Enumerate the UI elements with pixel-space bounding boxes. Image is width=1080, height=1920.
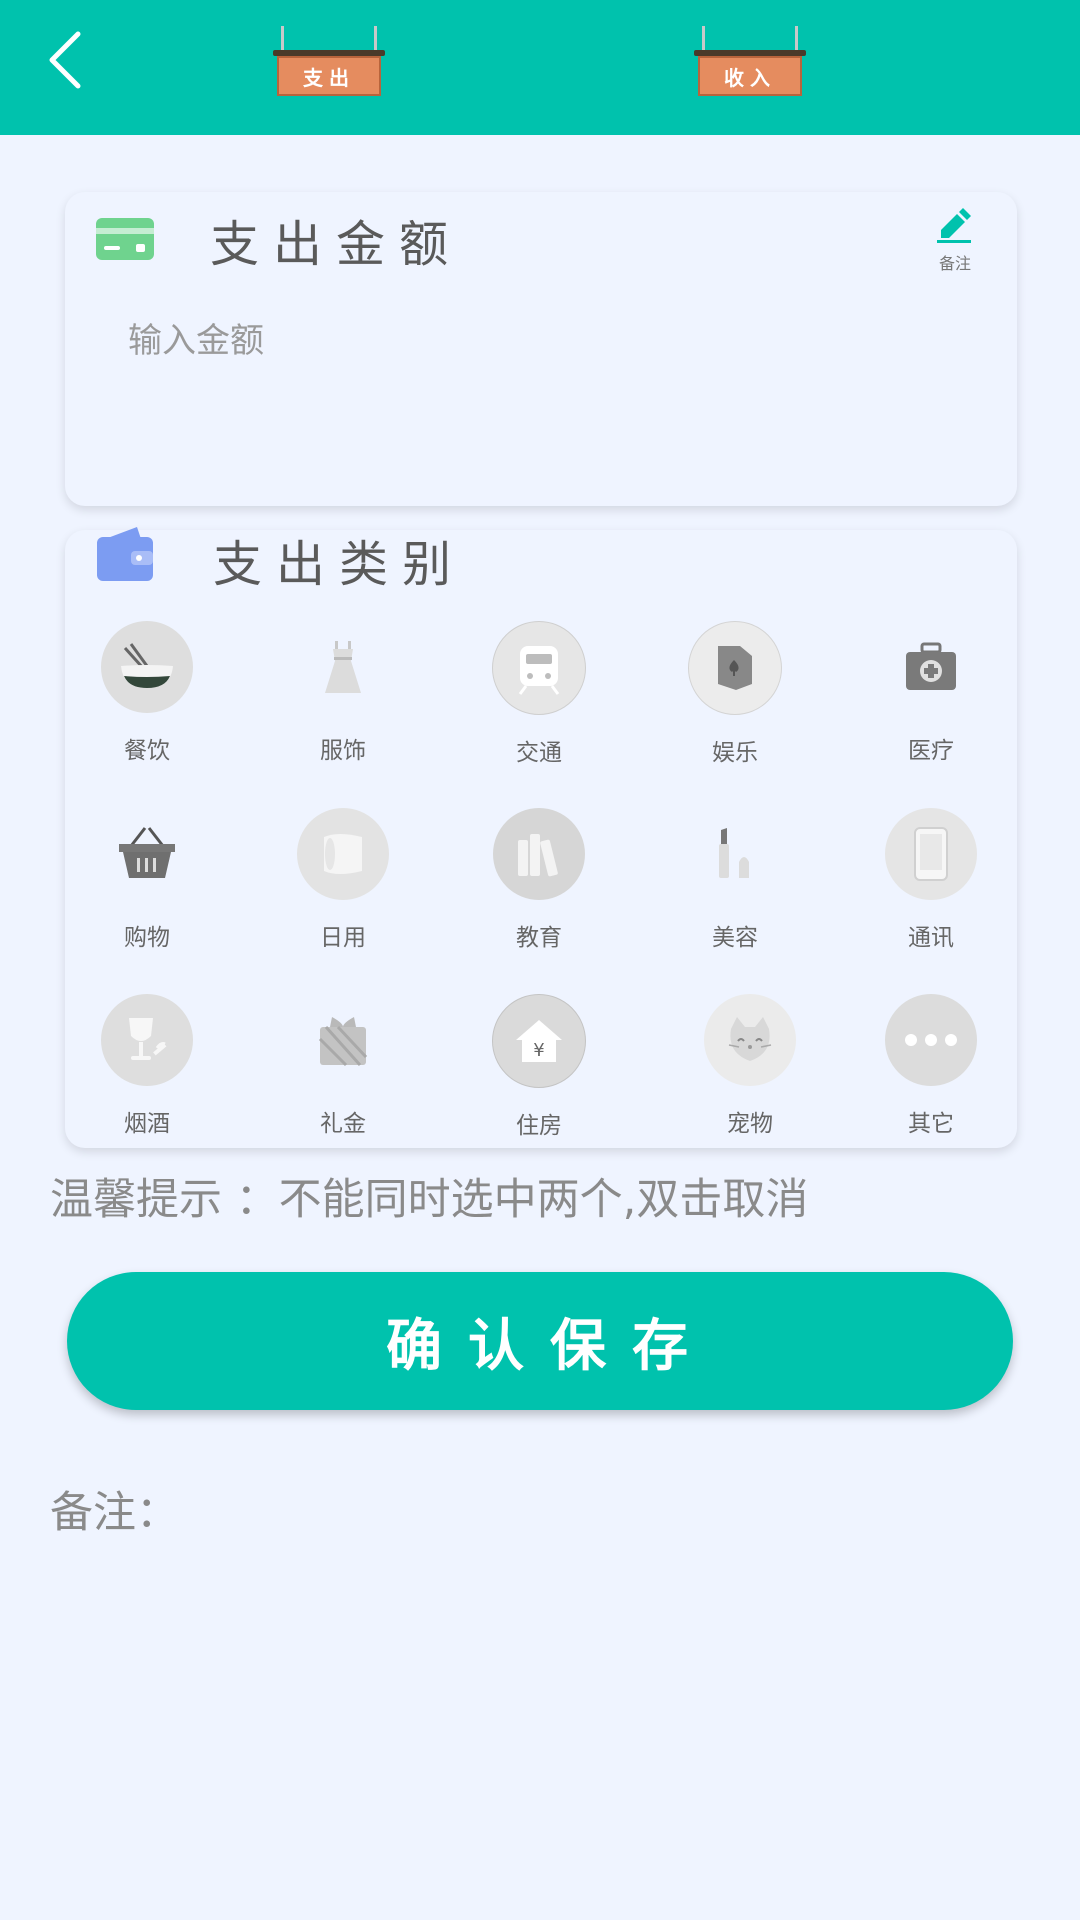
dress-icon	[297, 621, 389, 713]
save-button[interactable]: 确认保存	[67, 1272, 1013, 1410]
svg-text:¥: ¥	[533, 1040, 544, 1061]
gift-icon	[297, 994, 389, 1086]
top-bar: 支出 收入	[0, 0, 1080, 135]
category-label: 其它	[908, 1111, 954, 1137]
category-item-dining[interactable]: 餐饮	[82, 621, 212, 771]
wallet-icon	[97, 527, 153, 581]
category-item-daily[interactable]: 日用	[278, 808, 408, 958]
category-item-shopping[interactable]: 购物	[82, 808, 212, 958]
basket-icon	[101, 808, 193, 900]
category-item-communication[interactable]: 通讯	[866, 808, 996, 958]
house-icon: ¥	[492, 994, 586, 1088]
memo-button-label: 备注	[938, 254, 971, 273]
books-icon	[493, 808, 585, 900]
tab-expense-label: 支出	[277, 56, 381, 96]
tab-income-label: 收入	[698, 56, 802, 96]
credit-card-icon	[96, 218, 154, 260]
phone-icon	[885, 808, 977, 900]
category-label: 娱乐	[712, 740, 758, 766]
category-label: 医疗	[908, 738, 954, 764]
category-item-housing[interactable]: ¥ 住房	[474, 994, 604, 1144]
tissue-roll-icon	[297, 808, 389, 900]
category-item-other[interactable]: 其它	[866, 994, 996, 1144]
category-item-clothing[interactable]: 服饰	[278, 621, 408, 771]
train-icon	[492, 621, 586, 715]
note-label: 备注：	[50, 1488, 179, 1538]
memo-button[interactable]: 备注	[920, 208, 990, 278]
category-label: 购物	[124, 925, 170, 951]
playing-card-icon	[688, 621, 782, 715]
category-item-transport[interactable]: 交通	[474, 621, 604, 771]
category-label: 日用	[320, 925, 366, 951]
category-item-beauty[interactable]: 美容	[670, 808, 800, 958]
back-button[interactable]	[40, 28, 90, 92]
category-label: 烟酒	[124, 1111, 170, 1137]
category-label: 住房	[516, 1113, 562, 1139]
category-label: 餐饮	[124, 738, 170, 764]
category-item-tobacco-alcohol[interactable]: 烟酒	[82, 994, 212, 1144]
chevron-left-icon	[49, 31, 81, 89]
category-label: 宠物	[727, 1111, 773, 1137]
category-label: 教育	[516, 925, 562, 951]
pencil-icon	[937, 208, 971, 243]
more-dots-icon	[885, 994, 977, 1086]
lipstick-icon	[689, 808, 781, 900]
category-label: 通讯	[908, 925, 954, 951]
category-label: 美容	[712, 925, 758, 951]
category-label: 礼金	[320, 1111, 366, 1137]
category-item-medical[interactable]: 医疗	[866, 621, 996, 771]
amount-input[interactable]	[126, 315, 830, 367]
category-card-title: 支出类别	[213, 536, 466, 593]
cat-icon	[704, 994, 796, 1086]
tab-expense[interactable]: 支出	[273, 26, 385, 100]
tip-text: 温馨提示 ：不能同时选中两个,双击取消	[50, 1175, 809, 1225]
category-item-entertainment[interactable]: 娱乐	[670, 621, 800, 771]
category-item-pet[interactable]: 宠物	[685, 994, 815, 1144]
category-item-education[interactable]: 教育	[474, 808, 604, 958]
amount-card-title: 支出金额	[210, 216, 463, 273]
tab-income[interactable]: 收入	[694, 26, 806, 100]
category-item-gift-money[interactable]: 礼金	[278, 994, 408, 1144]
medical-kit-icon	[885, 621, 977, 713]
wine-glass-icon	[101, 994, 193, 1086]
bowl-icon	[101, 621, 193, 713]
category-label: 服饰	[320, 738, 366, 764]
category-label: 交通	[516, 740, 562, 766]
